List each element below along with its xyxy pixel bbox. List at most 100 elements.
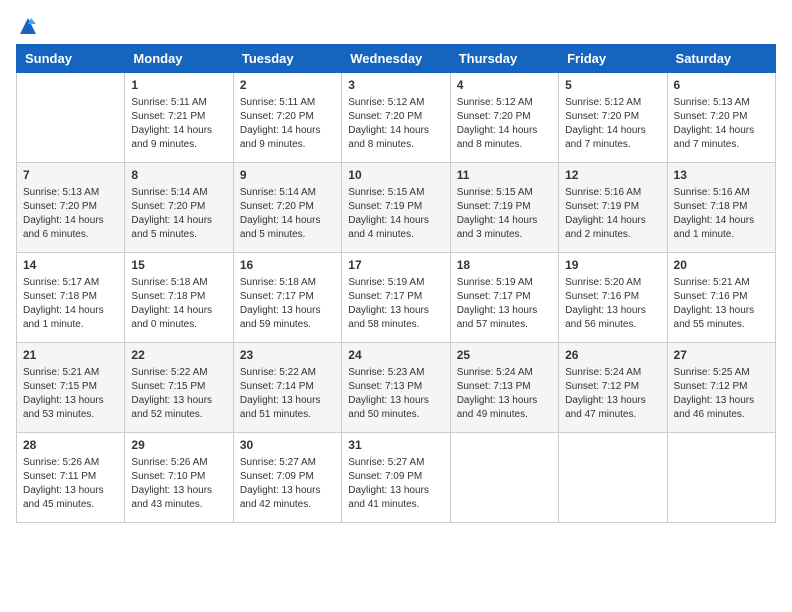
day-info: Sunrise: 5:21 AM Sunset: 7:15 PM Dayligh…	[23, 366, 118, 422]
day-info: Sunrise: 5:19 AM Sunset: 7:17 PM Dayligh…	[348, 276, 443, 332]
day-info: Sunrise: 5:18 AM Sunset: 7:18 PM Dayligh…	[131, 276, 226, 332]
day-number: 19	[565, 257, 660, 274]
week-row-1: 1 Sunrise: 5:11 AM Sunset: 7:21 PM Daylig…	[17, 73, 776, 163]
day-number: 15	[131, 257, 226, 274]
week-row-5: 28 Sunrise: 5:26 AM Sunset: 7:11 PM Dayli…	[17, 433, 776, 523]
calendar-cell: 21 Sunrise: 5:21 AM Sunset: 7:15 PM Dayli…	[17, 343, 125, 433]
calendar-cell: 17 Sunrise: 5:19 AM Sunset: 7:17 PM Dayli…	[342, 253, 450, 343]
day-number: 31	[348, 437, 443, 454]
day-info: Sunrise: 5:18 AM Sunset: 7:17 PM Dayligh…	[240, 276, 335, 332]
weekday-header-tuesday: Tuesday	[233, 45, 341, 73]
calendar-cell: 10 Sunrise: 5:15 AM Sunset: 7:19 PM Dayli…	[342, 163, 450, 253]
calendar-cell: 23 Sunrise: 5:22 AM Sunset: 7:14 PM Dayli…	[233, 343, 341, 433]
day-info: Sunrise: 5:11 AM Sunset: 7:21 PM Dayligh…	[131, 96, 226, 152]
day-number: 12	[565, 167, 660, 184]
day-number: 10	[348, 167, 443, 184]
calendar-cell: 3 Sunrise: 5:12 AM Sunset: 7:20 PM Daylig…	[342, 73, 450, 163]
day-number: 25	[457, 347, 552, 364]
day-number: 5	[565, 77, 660, 94]
day-number: 30	[240, 437, 335, 454]
day-info: Sunrise: 5:16 AM Sunset: 7:18 PM Dayligh…	[674, 186, 769, 242]
day-number: 4	[457, 77, 552, 94]
calendar-cell: 13 Sunrise: 5:16 AM Sunset: 7:18 PM Dayli…	[667, 163, 775, 253]
calendar-cell: 8Sunrise: 5:14 AM Sunset: 7:20 PM Daylig…	[125, 163, 233, 253]
day-info: Sunrise: 5:15 AM Sunset: 7:19 PM Dayligh…	[457, 186, 552, 242]
day-info: Sunrise: 5:11 AM Sunset: 7:20 PM Dayligh…	[240, 96, 335, 152]
day-info: Sunrise: 5:13 AM Sunset: 7:20 PM Dayligh…	[674, 96, 769, 152]
calendar-cell: 16Sunrise: 5:18 AM Sunset: 7:17 PM Dayli…	[233, 253, 341, 343]
day-number: 17	[348, 257, 443, 274]
calendar-cell	[450, 433, 558, 523]
calendar-cell: 20 Sunrise: 5:21 AM Sunset: 7:16 PM Dayli…	[667, 253, 775, 343]
day-number: 28	[23, 437, 118, 454]
day-number: 23	[240, 347, 335, 364]
day-number: 18	[457, 257, 552, 274]
day-number: 22	[131, 347, 226, 364]
calendar-cell: 26 Sunrise: 5:24 AM Sunset: 7:12 PM Dayli…	[559, 343, 667, 433]
calendar-cell: 2 Sunrise: 5:11 AM Sunset: 7:20 PM Daylig…	[233, 73, 341, 163]
calendar-cell: 19 Sunrise: 5:20 AM Sunset: 7:16 PM Dayli…	[559, 253, 667, 343]
day-number: 1	[131, 77, 226, 94]
day-number: 9	[240, 167, 335, 184]
day-number: 29	[131, 437, 226, 454]
calendar-cell: 9 Sunrise: 5:14 AM Sunset: 7:20 PM Daylig…	[233, 163, 341, 253]
calendar-cell	[667, 433, 775, 523]
day-info: Sunrise: 5:27 AM Sunset: 7:09 PM Dayligh…	[348, 456, 443, 512]
day-info: Sunrise: 5:19 AM Sunset: 7:17 PM Dayligh…	[457, 276, 552, 332]
day-number: 27	[674, 347, 769, 364]
calendar-cell: 22Sunrise: 5:22 AM Sunset: 7:15 PM Dayli…	[125, 343, 233, 433]
day-number: 24	[348, 347, 443, 364]
weekday-header-sunday: Sunday	[17, 45, 125, 73]
day-number: 6	[674, 77, 769, 94]
day-number: 11	[457, 167, 552, 184]
day-number: 20	[674, 257, 769, 274]
day-number: 8	[131, 167, 226, 184]
week-row-2: 7 Sunrise: 5:13 AM Sunset: 7:20 PM Daylig…	[17, 163, 776, 253]
weekday-header-monday: Monday	[125, 45, 233, 73]
day-number: 14	[23, 257, 118, 274]
day-info: Sunrise: 5:25 AM Sunset: 7:12 PM Dayligh…	[674, 366, 769, 422]
day-info: Sunrise: 5:12 AM Sunset: 7:20 PM Dayligh…	[565, 96, 660, 152]
day-info: Sunrise: 5:12 AM Sunset: 7:20 PM Dayligh…	[348, 96, 443, 152]
day-info: Sunrise: 5:27 AM Sunset: 7:09 PM Dayligh…	[240, 456, 335, 512]
day-info: Sunrise: 5:21 AM Sunset: 7:16 PM Dayligh…	[674, 276, 769, 332]
calendar-cell: 24 Sunrise: 5:23 AM Sunset: 7:13 PM Dayli…	[342, 343, 450, 433]
day-info: Sunrise: 5:23 AM Sunset: 7:13 PM Dayligh…	[348, 366, 443, 422]
day-info: Sunrise: 5:14 AM Sunset: 7:20 PM Dayligh…	[240, 186, 335, 242]
day-info: Sunrise: 5:22 AM Sunset: 7:14 PM Dayligh…	[240, 366, 335, 422]
day-info: Sunrise: 5:16 AM Sunset: 7:19 PM Dayligh…	[565, 186, 660, 242]
weekday-header-row: SundayMondayTuesdayWednesdayThursdayFrid…	[17, 45, 776, 73]
weekday-header-friday: Friday	[559, 45, 667, 73]
day-info: Sunrise: 5:20 AM Sunset: 7:16 PM Dayligh…	[565, 276, 660, 332]
day-info: Sunrise: 5:13 AM Sunset: 7:20 PM Dayligh…	[23, 186, 118, 242]
calendar-cell: 1 Sunrise: 5:11 AM Sunset: 7:21 PM Daylig…	[125, 73, 233, 163]
day-number: 21	[23, 347, 118, 364]
logo	[16, 16, 38, 36]
weekday-header-thursday: Thursday	[450, 45, 558, 73]
day-info: Sunrise: 5:24 AM Sunset: 7:12 PM Dayligh…	[565, 366, 660, 422]
calendar-cell: 5 Sunrise: 5:12 AM Sunset: 7:20 PM Daylig…	[559, 73, 667, 163]
calendar-cell	[17, 73, 125, 163]
day-number: 3	[348, 77, 443, 94]
weekday-header-saturday: Saturday	[667, 45, 775, 73]
calendar-cell: 31 Sunrise: 5:27 AM Sunset: 7:09 PM Dayli…	[342, 433, 450, 523]
day-number: 2	[240, 77, 335, 94]
calendar-cell: 7 Sunrise: 5:13 AM Sunset: 7:20 PM Daylig…	[17, 163, 125, 253]
week-row-4: 21 Sunrise: 5:21 AM Sunset: 7:15 PM Dayli…	[17, 343, 776, 433]
day-number: 7	[23, 167, 118, 184]
calendar-cell: 29Sunrise: 5:26 AM Sunset: 7:10 PM Dayli…	[125, 433, 233, 523]
logo-icon	[18, 16, 38, 36]
day-info: Sunrise: 5:24 AM Sunset: 7:13 PM Dayligh…	[457, 366, 552, 422]
calendar-cell: 11 Sunrise: 5:15 AM Sunset: 7:19 PM Dayli…	[450, 163, 558, 253]
day-info: Sunrise: 5:26 AM Sunset: 7:11 PM Dayligh…	[23, 456, 118, 512]
header	[16, 16, 776, 36]
day-number: 13	[674, 167, 769, 184]
calendar-table: SundayMondayTuesdayWednesdayThursdayFrid…	[16, 44, 776, 523]
week-row-3: 14 Sunrise: 5:17 AM Sunset: 7:18 PM Dayli…	[17, 253, 776, 343]
calendar-cell: 15 Sunrise: 5:18 AM Sunset: 7:18 PM Dayli…	[125, 253, 233, 343]
day-number: 26	[565, 347, 660, 364]
calendar-cell: 28 Sunrise: 5:26 AM Sunset: 7:11 PM Dayli…	[17, 433, 125, 523]
day-info: Sunrise: 5:12 AM Sunset: 7:20 PM Dayligh…	[457, 96, 552, 152]
day-info: Sunrise: 5:15 AM Sunset: 7:19 PM Dayligh…	[348, 186, 443, 242]
day-info: Sunrise: 5:17 AM Sunset: 7:18 PM Dayligh…	[23, 276, 118, 332]
